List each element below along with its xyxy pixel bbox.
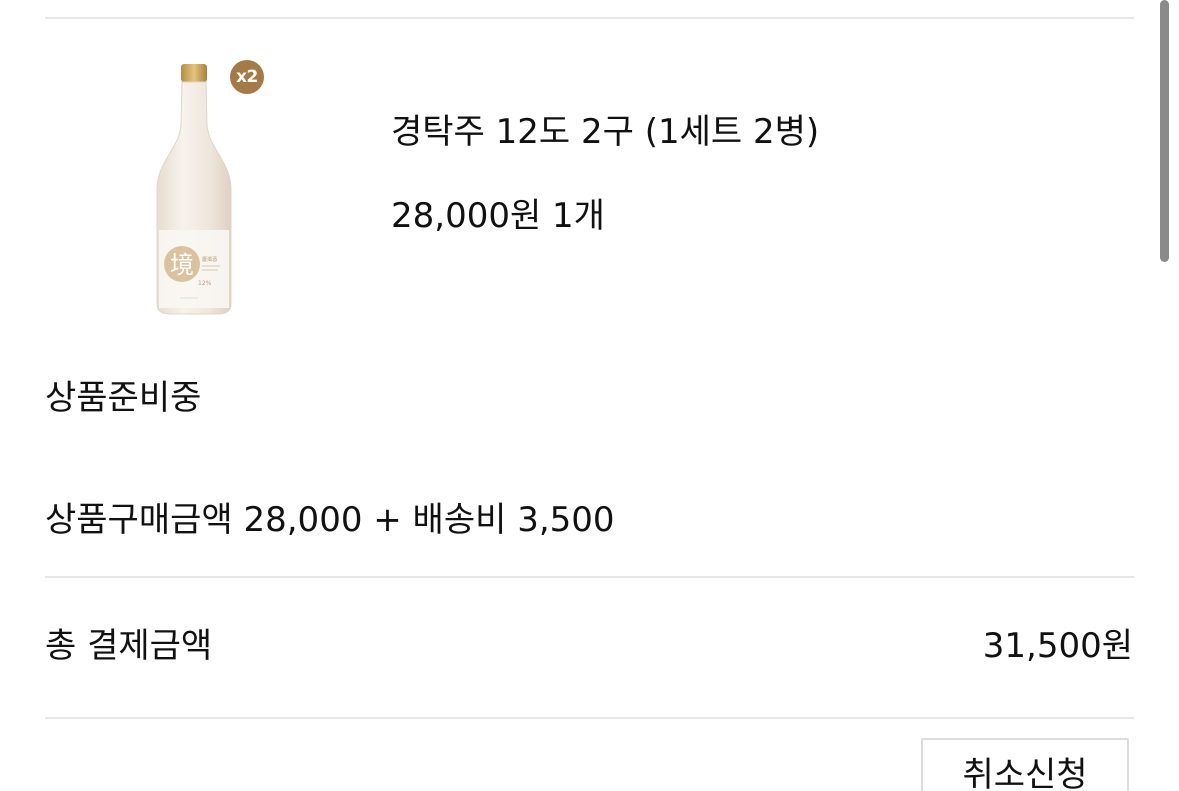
- product-image[interactable]: 境 慶濁酒 12%: [140, 58, 280, 320]
- total-payment-label: 총 결제금액: [45, 626, 213, 666]
- price-breakdown-text: 상품구매금액 28,000 + 배송비 3,500: [45, 500, 615, 540]
- product-price-quantity: 28,000원 1개: [391, 196, 605, 236]
- bottle-abv-text: 12%: [198, 280, 212, 287]
- cancel-request-button[interactable]: 취소신청: [921, 738, 1129, 791]
- total-payment-value: 31,500원: [982, 626, 1133, 666]
- vertical-scrollbar[interactable]: [1160, 0, 1169, 262]
- order-detail-page: 境 慶濁酒 12% x2 경탁주 12도 2구 (1세트 2병) 28,000원…: [0, 0, 1179, 791]
- divider-middle: [45, 576, 1134, 578]
- divider-bottom: [45, 717, 1134, 719]
- order-status-text: 상품준비중: [45, 378, 202, 418]
- bottle-label-text: 境: [170, 251, 194, 279]
- quantity-badge: x2: [230, 60, 264, 94]
- svg-text:慶濁酒: 慶濁酒: [202, 256, 217, 263]
- makgeolli-bottle-icon: 境 慶濁酒 12%: [156, 64, 232, 315]
- product-name[interactable]: 경탁주 12도 2구 (1세트 2병): [391, 110, 819, 154]
- divider-top: [45, 17, 1134, 19]
